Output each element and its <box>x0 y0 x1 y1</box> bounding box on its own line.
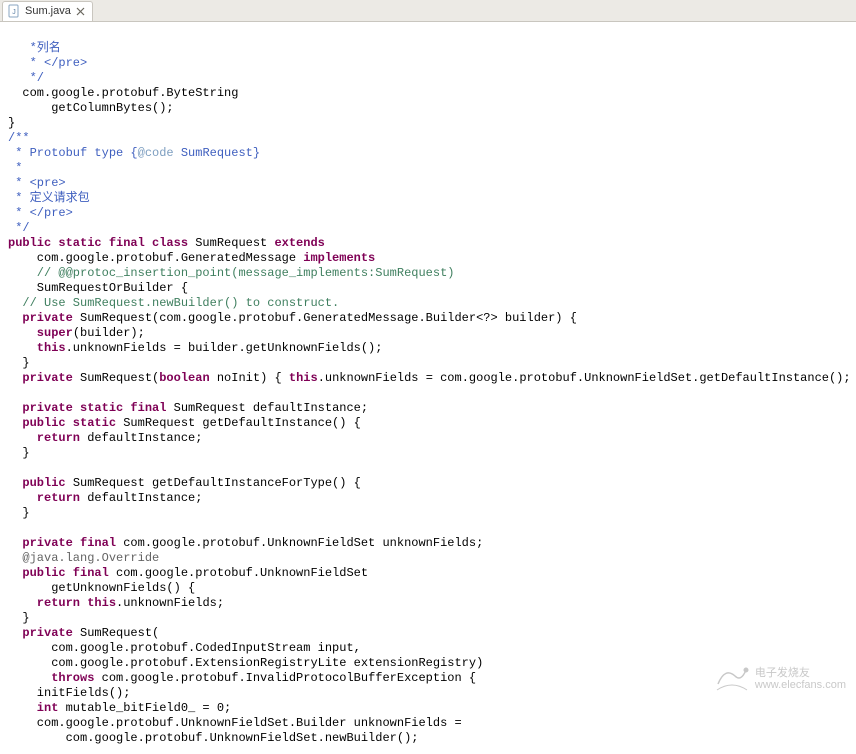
watermark-title: 电子发烧友 <box>755 667 846 679</box>
code-text: com.google.protobuf.UnknownFieldSet unkn… <box>123 536 483 550</box>
svg-text:J: J <box>12 9 16 16</box>
keyword: public static final class <box>8 236 195 250</box>
code-line: */ <box>8 71 44 85</box>
code-text: (builder); <box>73 326 145 340</box>
code-text: .unknownFields; <box>116 596 224 610</box>
code-line: SumRequestOrBuilder { <box>8 281 188 295</box>
code-line: */ <box>8 221 30 235</box>
keyword: this <box>8 341 66 355</box>
code-text: SumRequest getDefaultInstanceForType() { <box>73 476 361 490</box>
code-text: SumRequest(com.google.protobuf.Generated… <box>80 311 577 325</box>
code-line: } <box>8 506 30 520</box>
code-line: * </pre> <box>8 56 87 70</box>
keyword: return <box>8 431 87 445</box>
code-text: SumRequest <box>195 236 274 250</box>
code-text: SumRequest( <box>80 626 159 640</box>
code-text: mutable_bitField0_ = <box>66 701 217 715</box>
number-literal: 0 <box>217 701 224 715</box>
keyword: public <box>8 476 73 490</box>
code-line: /** <box>8 131 30 145</box>
code-line: * <box>8 161 22 175</box>
code-line: } <box>8 611 30 625</box>
code-line: } <box>8 446 30 460</box>
code-line: com.google.protobuf.GeneratedMessage <box>8 251 303 265</box>
keyword: public final <box>8 566 116 580</box>
code-text: SumRequest getDefaultInstance() { <box>123 416 361 430</box>
close-icon[interactable] <box>75 6 86 17</box>
code-comment: // @@protoc_insertion_point(message_impl… <box>8 266 454 280</box>
keyword: super <box>8 326 73 340</box>
keyword: boolean <box>159 371 209 385</box>
tab-sum-java[interactable]: J Sum.java <box>2 1 93 21</box>
watermark: 电子发烧友 www.elecfans.com <box>715 662 846 695</box>
code-line: com.google.protobuf.UnknownFieldSet.newB… <box>8 731 418 745</box>
code-editor[interactable]: *列名 * </pre> */ com.google.protobuf.Byte… <box>0 22 856 754</box>
code-comment: // Use SumRequest.newBuilder() to constr… <box>8 296 339 310</box>
code-text: defaultInstance; <box>87 491 202 505</box>
keyword: throws <box>8 671 102 685</box>
java-file-icon: J <box>7 4 21 18</box>
code-line: } <box>8 356 30 370</box>
code-line: * </pre> <box>8 206 73 220</box>
keyword: return <box>8 491 87 505</box>
keyword: private final <box>8 536 123 550</box>
code-text: defaultInstance; <box>87 431 202 445</box>
keyword: implements <box>303 251 375 265</box>
code-text: .unknownFields = com.google.protobuf.Unk… <box>318 371 856 385</box>
javadoc-tag: @code <box>138 146 174 160</box>
code-line: getColumnBytes(); <box>8 101 174 115</box>
keyword: public static <box>8 416 123 430</box>
keyword: private <box>8 371 80 385</box>
code-text: ; <box>224 701 231 715</box>
code-text: SumRequest defaultInstance; <box>174 401 368 415</box>
code-text: noInit) { <box>210 371 289 385</box>
tab-bar: J Sum.java <box>0 0 856 22</box>
code-text: com.google.protobuf.UnknownFieldSet <box>116 566 368 580</box>
keyword: int <box>8 701 66 715</box>
keyword: private <box>8 311 80 325</box>
watermark-url: www.elecfans.com <box>755 679 846 691</box>
code-line: com.google.protobuf.ByteString <box>8 86 238 100</box>
keyword: return this <box>8 596 116 610</box>
code-line: com.google.protobuf.ExtensionRegistryLit… <box>8 656 483 670</box>
code-text: com.google.protobuf.InvalidProtocolBuffe… <box>102 671 476 685</box>
code-line: initFields(); <box>8 686 130 700</box>
code-line: SumRequest} <box>174 146 260 160</box>
code-line: *列名 <box>8 41 61 55</box>
annotation: @java.lang.Override <box>8 551 159 565</box>
keyword: this <box>289 371 318 385</box>
watermark-icon <box>715 662 749 695</box>
code-line: * 定义请求包 <box>8 191 90 205</box>
tab-label: Sum.java <box>25 5 71 17</box>
code-line: * Protobuf type { <box>8 146 138 160</box>
code-line: getUnknownFields() { <box>8 581 195 595</box>
code-line: com.google.protobuf.UnknownFieldSet.Buil… <box>8 716 462 730</box>
keyword: private static final <box>8 401 174 415</box>
keyword: private <box>8 626 80 640</box>
code-text: SumRequest( <box>80 371 159 385</box>
code-line: * <pre> <box>8 176 66 190</box>
code-line: com.google.protobuf.CodedInputStream inp… <box>8 641 361 655</box>
code-line: } <box>8 116 15 130</box>
keyword: extends <box>274 236 324 250</box>
code-text: .unknownFields = builder.getUnknownField… <box>66 341 383 355</box>
